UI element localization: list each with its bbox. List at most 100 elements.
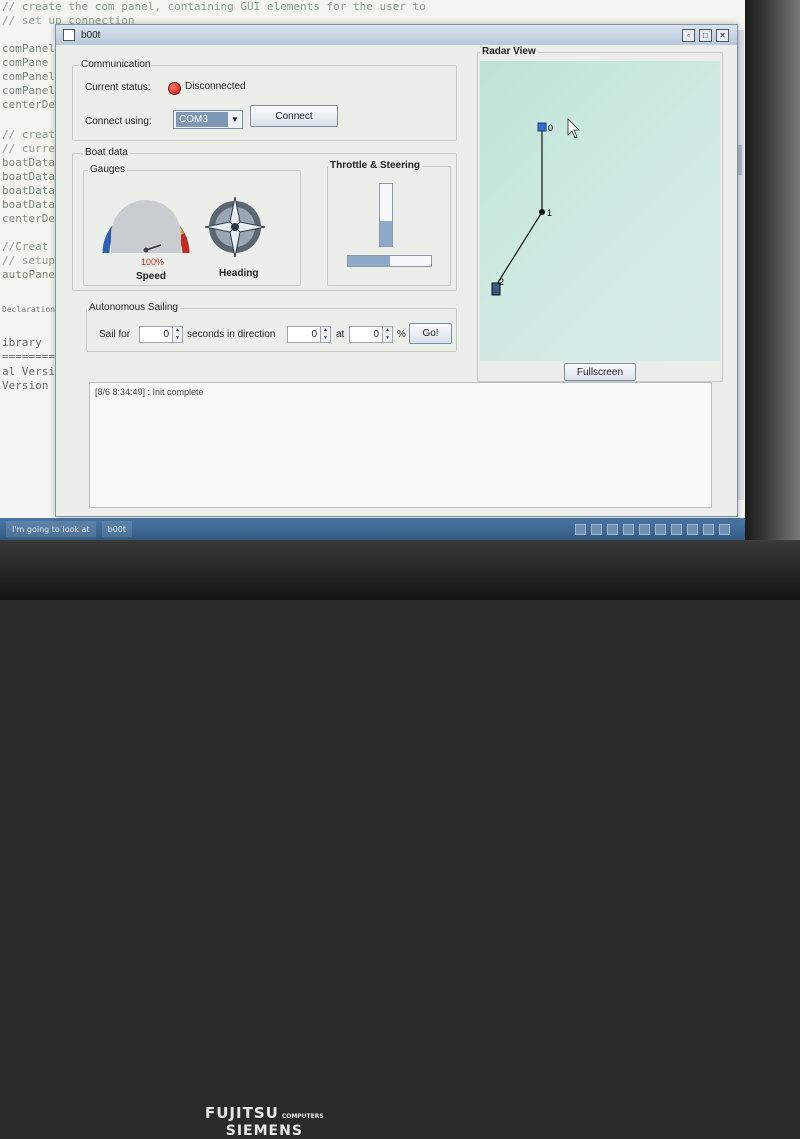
current-status-label: Current status: [85, 82, 151, 93]
throttle-bar-fill [380, 221, 392, 246]
chevron-down-icon[interactable]: ▼ [228, 115, 242, 124]
b00t-window: b00t ▫ □ ✕ Communication Current status:… [55, 24, 738, 517]
speed-gauge-face [111, 200, 181, 253]
spinner-up-icon[interactable]: ▲ [321, 327, 330, 335]
gauges-legend: Gauges [88, 164, 128, 175]
tray-icon[interactable] [639, 523, 650, 535]
status-value: Disconnected [185, 81, 246, 92]
tray-icon[interactable] [607, 523, 618, 535]
code-line: // create the com panel, containing GUI … [2, 0, 426, 13]
taskbar-item-label: b00t [107, 524, 126, 534]
gauges-panel: Gauges 100% Speed Heading [83, 164, 301, 286]
port-select[interactable]: COM3 ▼ [173, 110, 243, 129]
brand-line-1b: COMPUTERS [281, 1113, 324, 1120]
monitor-brand-logo: FUJITSU COMPUTERS SIEMENS [205, 1104, 324, 1139]
waypoint-1-marker[interactable] [539, 209, 545, 215]
tray-icon[interactable] [575, 523, 586, 535]
code-line: autoPane [2, 268, 55, 281]
code-line: boatData [2, 184, 55, 197]
seconds-in-direction-label: seconds in direction [187, 329, 276, 340]
radar-track: 0 1 2 [491, 118, 580, 296]
speed-gauge-arc-red [177, 233, 190, 254]
code-line: // creat [2, 128, 55, 141]
tray-icon[interactable] [719, 523, 730, 535]
speed-gauge [102, 200, 190, 254]
steering-bar [347, 255, 432, 267]
waypoint-0-label: 0 [548, 123, 553, 133]
waypoint-0-marker[interactable] [537, 122, 547, 132]
status-indicator-icon [168, 82, 181, 95]
connect-using-label: Connect using: [85, 116, 152, 127]
tray-icon[interactable] [623, 523, 634, 535]
seconds-spinner[interactable]: 0 ▲ ▼ [139, 326, 183, 343]
restore-icon[interactable]: ▫ [682, 29, 695, 42]
close-icon[interactable]: ✕ [716, 29, 729, 42]
taskbar-item-b00t[interactable]: b00t [101, 521, 132, 537]
radar-view-legend: Radar View [480, 46, 538, 57]
throttle-bar [379, 183, 393, 247]
boat-data-panel: Boat data Gauges 100% Speed Heading Thro… [72, 147, 457, 291]
radar-canvas[interactable]: 0 1 2 [480, 61, 720, 361]
tray-icon[interactable] [703, 523, 714, 535]
percent-spinner[interactable]: 0 ▲ ▼ [349, 326, 393, 343]
maximize-icon[interactable]: □ [699, 29, 712, 42]
compass-hub [231, 223, 239, 231]
throttle-steering-legend: Throttle & Steering [328, 160, 423, 171]
direction-spinner-value: 0 [311, 329, 317, 340]
spinner-down-icon[interactable]: ▼ [321, 334, 330, 342]
code-line: centerDe [2, 98, 55, 111]
sail-for-label: Sail for [99, 329, 131, 340]
log-output[interactable]: [8/6 8:34:49] : Init complete [89, 382, 712, 508]
spinner-up-icon[interactable]: ▲ [383, 327, 392, 335]
log-line: [8/6 8:34:49] : Init complete [95, 387, 204, 397]
code-line: centerDe [2, 212, 55, 225]
code-line: comPane [2, 56, 49, 69]
mouse-cursor-icon [567, 118, 580, 139]
waypoint-1-label: 1 [547, 208, 552, 218]
communication-legend: Communication [79, 59, 153, 70]
percent-spinner-buttons: ▲ ▼ [382, 327, 392, 342]
speed-gauge-hub [143, 247, 149, 253]
seconds-spinner-value: 0 [163, 329, 169, 340]
code-line: // setup [2, 254, 55, 267]
at-label: at [336, 329, 345, 340]
tray-icon[interactable] [655, 523, 666, 535]
direction-spinner[interactable]: 0 ▲ ▼ [287, 326, 331, 343]
steering-bar-fill [348, 256, 390, 266]
fullscreen-button[interactable]: Fullscreen [564, 363, 636, 381]
seconds-spinner-buttons: ▲ ▼ [172, 327, 182, 342]
code-line: ========= [2, 350, 62, 363]
taskbar-item-browser[interactable]: I'm going to look at [6, 521, 96, 537]
heading-label: Heading [219, 268, 259, 279]
brand-line-1: FUJITSU [205, 1104, 279, 1122]
tray-icon[interactable] [591, 523, 602, 535]
brand-line-2: SIEMENS [225, 1123, 303, 1139]
boat-data-legend: Boat data [83, 147, 130, 158]
route-segment-1-2 [496, 211, 543, 285]
code-line: //Creat [2, 240, 49, 253]
editor-tab-label[interactable]: Declaration [2, 305, 55, 314]
autonomous-sailing-panel: Autonomous Sailing Sail for 0 ▲ ▼ seconds… [86, 302, 457, 352]
taskbar: I'm going to look at b00t [0, 518, 760, 540]
window-titlebar[interactable]: b00t ▫ □ ✕ [56, 25, 737, 45]
spinner-down-icon[interactable]: ▼ [383, 334, 392, 342]
speed-label: Speed [136, 271, 167, 282]
percent-label: % [397, 329, 406, 340]
spinner-down-icon[interactable]: ▼ [173, 334, 182, 342]
system-tray [575, 523, 760, 535]
connect-button[interactable]: Connect [250, 105, 338, 127]
port-select-value: COM3 [176, 112, 228, 127]
tray-icon[interactable] [671, 523, 682, 535]
code-line: ibrary [2, 336, 42, 349]
code-line: boatData [2, 198, 55, 211]
autonomous-sailing-legend: Autonomous Sailing [87, 302, 180, 313]
tray-icon[interactable] [687, 523, 698, 535]
code-line: comPanel [2, 84, 55, 97]
code-line: comPanel [2, 42, 55, 55]
monitor-bezel-right [745, 0, 800, 600]
spinner-up-icon[interactable]: ▲ [173, 327, 182, 335]
speed-value: 100% [141, 257, 165, 267]
direction-spinner-buttons: ▲ ▼ [320, 327, 330, 342]
taskbar-item-label: I'm going to look at [12, 524, 90, 534]
go-button[interactable]: Go! [409, 323, 452, 344]
